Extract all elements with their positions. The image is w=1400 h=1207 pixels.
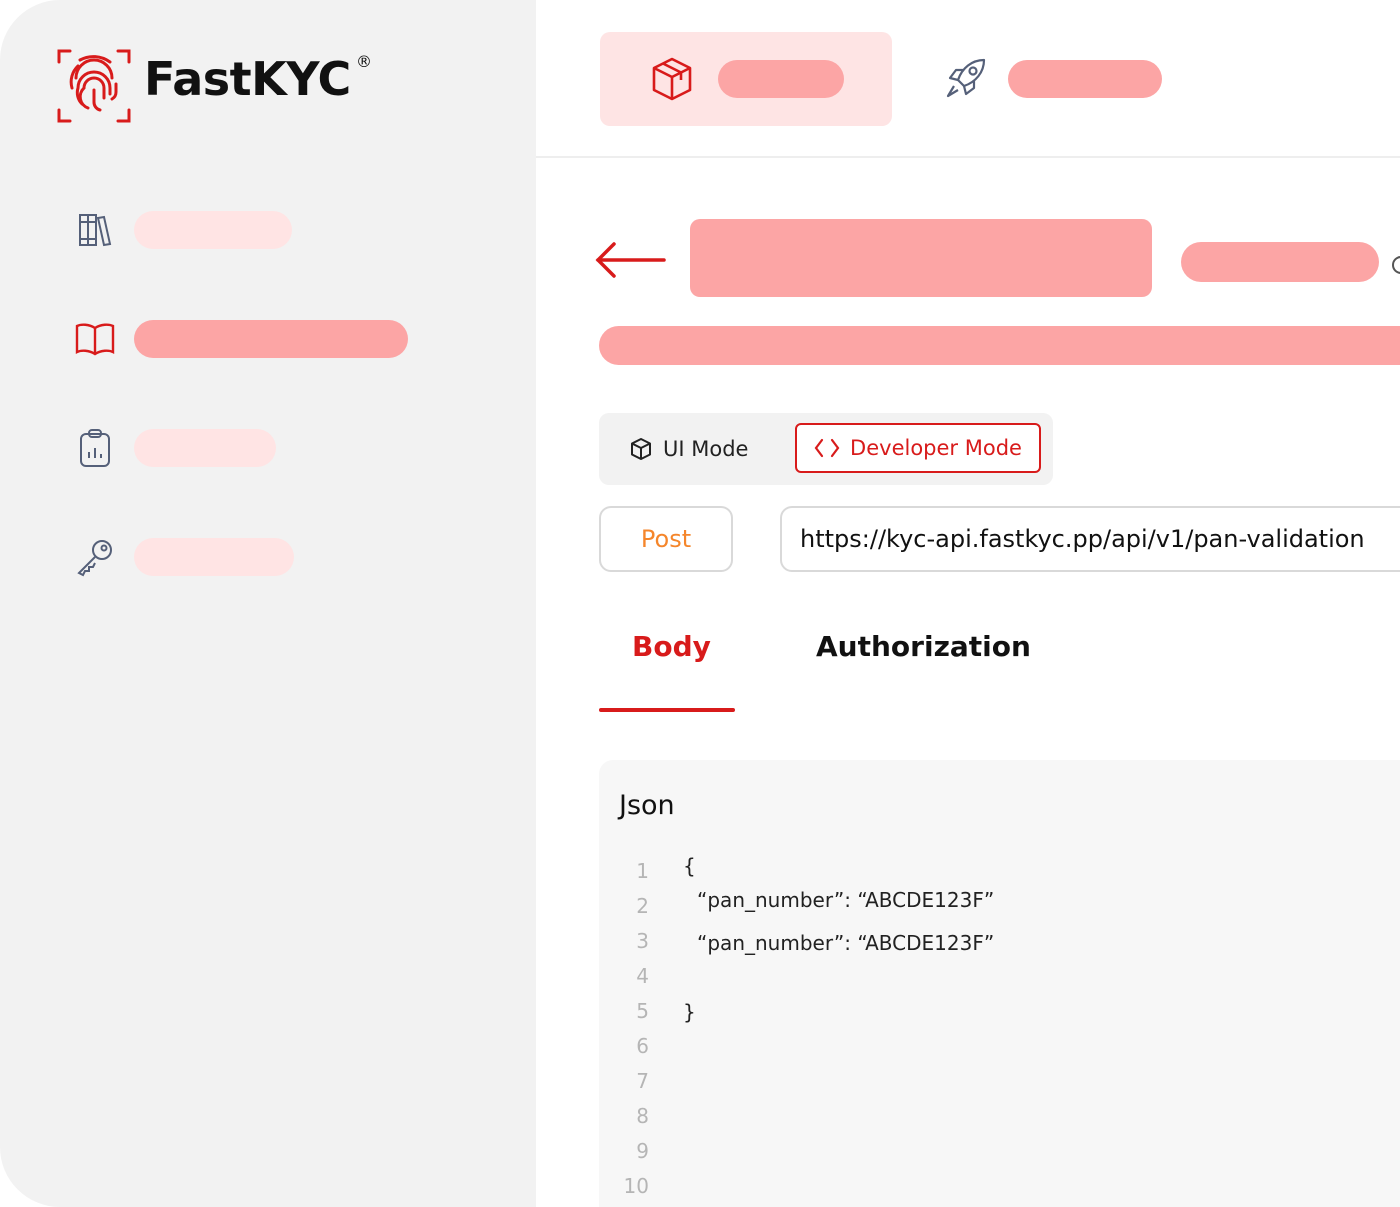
registered-mark: ® xyxy=(356,52,372,71)
line-number-gutter: 1 2 3 4 5 6 7 8 9 10 xyxy=(609,854,649,1204)
developer-mode-label: Developer Mode xyxy=(850,436,1022,460)
code-brackets-icon xyxy=(814,438,840,458)
sidebar-item-label-placeholder xyxy=(134,429,276,467)
tab-authorization[interactable]: Authorization xyxy=(816,630,1031,663)
description-placeholder xyxy=(599,326,1400,365)
open-book-icon xyxy=(72,317,118,361)
main-content: UI Mode Developer Mode Post https://kyc-… xyxy=(536,0,1400,1207)
line-number: 3 xyxy=(636,929,649,953)
app-window: FastKYC ® UI Mode Developer Mode Post ht… xyxy=(0,0,1400,1207)
clipboard-chart-icon xyxy=(72,426,118,470)
line-number: 7 xyxy=(636,1069,649,1093)
key-icon xyxy=(72,535,118,579)
nav-tab-products[interactable] xyxy=(600,32,892,126)
nav-tab-label-placeholder xyxy=(1008,60,1162,98)
sidebar-item-label-placeholder xyxy=(134,320,408,358)
library-icon xyxy=(72,208,118,252)
back-arrow-icon[interactable] xyxy=(594,238,666,286)
brand-logo[interactable]: FastKYC ® xyxy=(56,48,396,124)
code-line-open-brace: { xyxy=(683,854,696,878)
page-title-placeholder xyxy=(690,219,1152,297)
line-number: 8 xyxy=(636,1104,649,1128)
json-editor-title: Json xyxy=(619,790,675,821)
line-number: 6 xyxy=(636,1034,649,1058)
brand-name: FastKYC xyxy=(144,52,351,106)
status-badge-placeholder xyxy=(1181,242,1379,282)
info-icon[interactable] xyxy=(1392,256,1400,274)
line-number: 4 xyxy=(636,964,649,988)
rocket-icon xyxy=(944,56,988,104)
line-number: 2 xyxy=(636,894,649,918)
sidebar-item-label-placeholder xyxy=(134,538,294,576)
line-number: 5 xyxy=(636,999,649,1023)
active-tab-indicator xyxy=(599,708,735,712)
code-line-pan-number: “pan_number”: “ABCDE123F” xyxy=(697,931,995,955)
json-editor[interactable]: Json 1 2 3 4 5 6 7 8 9 10 { “pan_number”… xyxy=(599,760,1400,1207)
ui-mode-label: UI Mode xyxy=(663,437,749,461)
top-navigation xyxy=(536,0,1400,158)
tab-body[interactable]: Body xyxy=(632,630,711,663)
cube-icon xyxy=(650,56,694,106)
code-line-close-brace: } xyxy=(683,1000,696,1024)
developer-mode-button[interactable]: Developer Mode xyxy=(795,423,1041,473)
cube-outline-icon xyxy=(631,438,651,460)
line-number: 9 xyxy=(636,1139,649,1163)
sidebar-item-label-placeholder xyxy=(134,211,292,249)
http-method-select[interactable]: Post xyxy=(599,506,733,572)
nav-tab-launch[interactable] xyxy=(932,56,1172,100)
line-number: 1 xyxy=(636,859,649,883)
sidebar: FastKYC ® xyxy=(0,0,536,1207)
line-number: 10 xyxy=(623,1174,649,1198)
code-line-pan-number: “pan_number”: “ABCDE123F” xyxy=(697,888,995,912)
fingerprint-logo-icon xyxy=(57,49,131,123)
endpoint-url-field[interactable]: https://kyc-api.fastkyc.pp/api/v1/pan-va… xyxy=(780,506,1400,572)
nav-tab-label-placeholder xyxy=(718,60,844,98)
ui-mode-button[interactable]: UI Mode xyxy=(629,433,748,465)
mode-toggle: UI Mode Developer Mode xyxy=(599,413,1053,485)
